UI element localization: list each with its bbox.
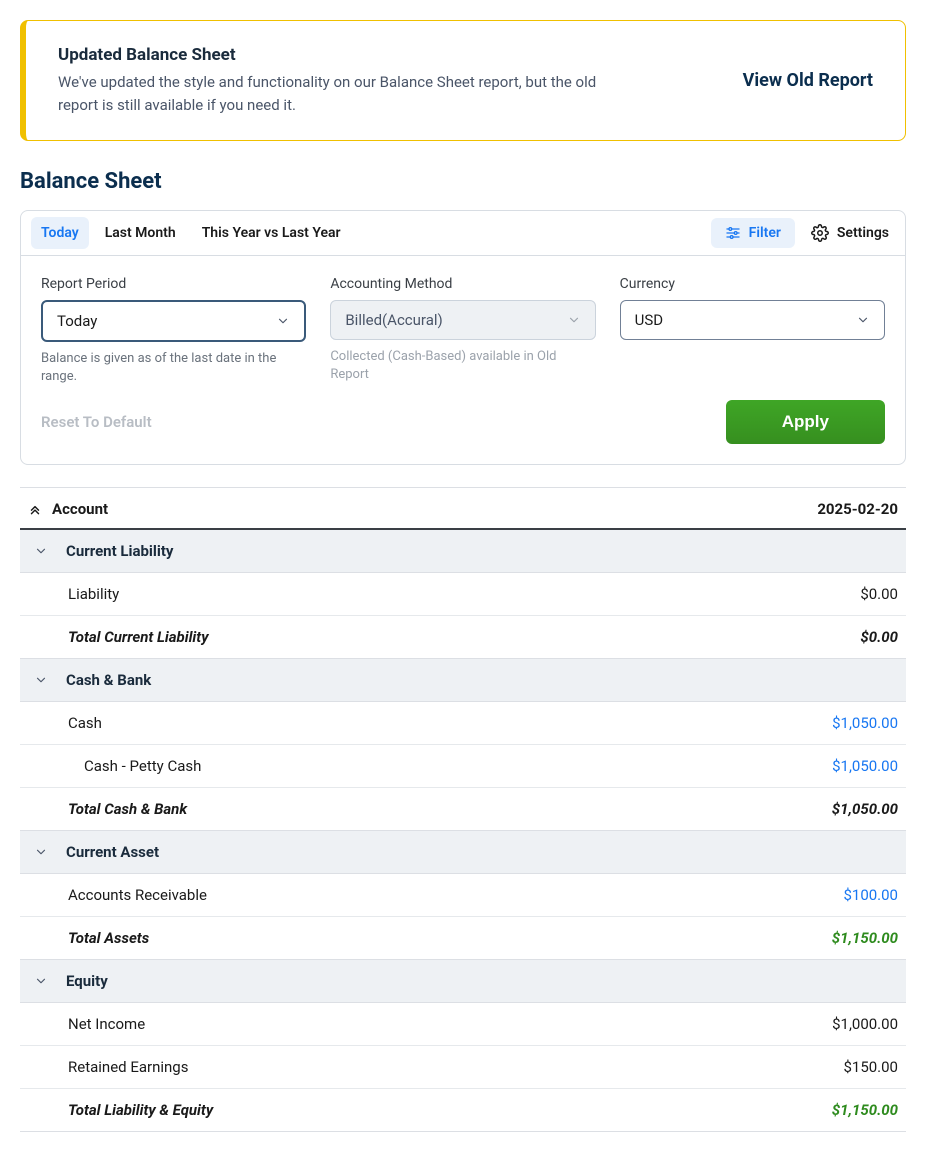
filter-button[interactable]: Filter — [711, 218, 795, 248]
update-notice-banner: Updated Balance Sheet We've updated the … — [20, 20, 906, 141]
section-title: Current Asset — [66, 843, 159, 861]
row-label: Liability — [68, 585, 119, 603]
total-row: Total Cash & Bank $1,050.00 — [20, 788, 906, 831]
total-value: $0.00 — [860, 628, 898, 646]
notice-text: We've updated the style and functionalit… — [58, 71, 618, 116]
row-label: Net Income — [68, 1015, 145, 1033]
account-column-header: Account — [52, 500, 108, 518]
chevron-down-icon — [34, 673, 48, 687]
filter-label: Filter — [749, 225, 781, 241]
report-period-label: Report Period — [41, 276, 306, 292]
currency-select[interactable]: USD — [620, 300, 885, 340]
currency-col: Currency USD — [620, 276, 885, 386]
total-label: Total Cash & Bank — [68, 800, 187, 818]
report-period-col: Report Period Today Balance is given as … — [41, 276, 306, 386]
tab-today[interactable]: Today — [31, 217, 89, 249]
total-value: $1,050.00 — [832, 800, 898, 818]
date-column-header: 2025-02-20 — [817, 500, 898, 518]
total-row: Total Assets $1,150.00 — [20, 917, 906, 960]
currency-label: Currency — [620, 276, 885, 292]
section-header[interactable]: Cash & Bank — [20, 659, 906, 702]
accounting-method-col: Accounting Method Billed(Accural) Collec… — [330, 276, 595, 386]
tab-compare-year[interactable]: This Year vs Last Year — [192, 217, 351, 249]
section-header[interactable]: Current Asset — [20, 831, 906, 874]
balance-sheet-table: Account 2025-02-20 Current Liability Liab… — [20, 487, 906, 1132]
report-period-value: Today — [57, 312, 97, 330]
topbar-actions: Filter Settings — [711, 217, 895, 249]
gear-icon — [811, 224, 829, 242]
row-label: Cash - Petty Cash — [84, 757, 201, 775]
form-row: Report Period Today Balance is given as … — [41, 276, 885, 386]
row-label: Accounts Receivable — [68, 886, 207, 904]
notice-content: Updated Balance Sheet We've updated the … — [58, 45, 723, 116]
filter-icon — [725, 225, 741, 241]
row-label: Retained Earnings — [68, 1058, 188, 1076]
report-period-select[interactable]: Today — [41, 300, 306, 342]
row-value: $0.00 — [860, 585, 898, 603]
view-old-report-link[interactable]: View Old Report — [743, 70, 873, 91]
settings-button[interactable]: Settings — [805, 217, 895, 249]
notice-title: Updated Balance Sheet — [58, 45, 723, 65]
table-row: Retained Earnings $150.00 — [20, 1046, 906, 1089]
section-title: Equity — [66, 972, 108, 990]
row-value: $150.00 — [843, 1058, 898, 1076]
table-header-left: Account — [28, 500, 108, 518]
row-value[interactable]: $1,050.00 — [832, 757, 898, 775]
accounting-method-select: Billed(Accural) — [330, 300, 595, 340]
section-header[interactable]: Current Liability — [20, 530, 906, 573]
total-row: Total Current Liability $0.00 — [20, 616, 906, 659]
total-label: Total Current Liability — [68, 628, 209, 646]
chevron-down-icon — [34, 845, 48, 859]
table-row: Accounts Receivable $100.00 — [20, 874, 906, 917]
page-title: Balance Sheet — [20, 169, 906, 194]
row-value: $1,000.00 — [832, 1015, 898, 1033]
total-label: Total Liability & Equity — [68, 1101, 213, 1119]
accounting-method-help: Collected (Cash-Based) available in Old … — [330, 348, 595, 384]
currency-value: USD — [635, 311, 663, 329]
date-range-tabs: Today Last Month This Year vs Last Year — [31, 217, 351, 249]
chevron-down-icon — [34, 974, 48, 988]
row-value[interactable]: $1,050.00 — [832, 714, 898, 732]
panel-body: Report Period Today Balance is given as … — [21, 256, 905, 464]
table-row: Net Income $1,000.00 — [20, 1003, 906, 1046]
tab-last-month[interactable]: Last Month — [95, 217, 186, 249]
accounting-method-value: Billed(Accural) — [345, 311, 442, 329]
table-row: Cash - Petty Cash $1,050.00 — [20, 745, 906, 788]
section-title: Current Liability — [66, 542, 173, 560]
table-row: Liability $0.00 — [20, 573, 906, 616]
row-label: Cash — [68, 714, 102, 732]
row-value[interactable]: $100.00 — [843, 886, 898, 904]
report-period-help: Balance is given as of the last date in … — [41, 350, 306, 386]
filter-panel: Today Last Month This Year vs Last Year … — [20, 210, 906, 465]
reset-to-default-link[interactable]: Reset To Default — [41, 413, 152, 431]
total-row: Total Liability & Equity $1,150.00 — [20, 1089, 906, 1132]
section-title: Cash & Bank — [66, 671, 151, 689]
section-header[interactable]: Equity — [20, 960, 906, 1003]
apply-button[interactable]: Apply — [726, 400, 885, 444]
collapse-all-icon[interactable] — [28, 502, 42, 516]
total-label: Total Assets — [68, 929, 149, 947]
accounting-method-label: Accounting Method — [330, 276, 595, 292]
panel-footer: Reset To Default Apply — [41, 400, 885, 444]
chevron-down-icon — [34, 544, 48, 558]
table-row: Cash $1,050.00 — [20, 702, 906, 745]
total-value: $1,150.00 — [832, 1101, 898, 1119]
chevron-down-icon — [276, 314, 290, 328]
settings-label: Settings — [837, 225, 889, 241]
panel-topbar: Today Last Month This Year vs Last Year … — [21, 211, 905, 256]
chevron-down-icon — [567, 313, 581, 327]
table-body: Current LiabilityLiability$0.00Total Cur… — [20, 530, 906, 1132]
chevron-down-icon — [856, 313, 870, 327]
table-header: Account 2025-02-20 — [20, 488, 906, 530]
total-value: $1,150.00 — [832, 929, 898, 947]
